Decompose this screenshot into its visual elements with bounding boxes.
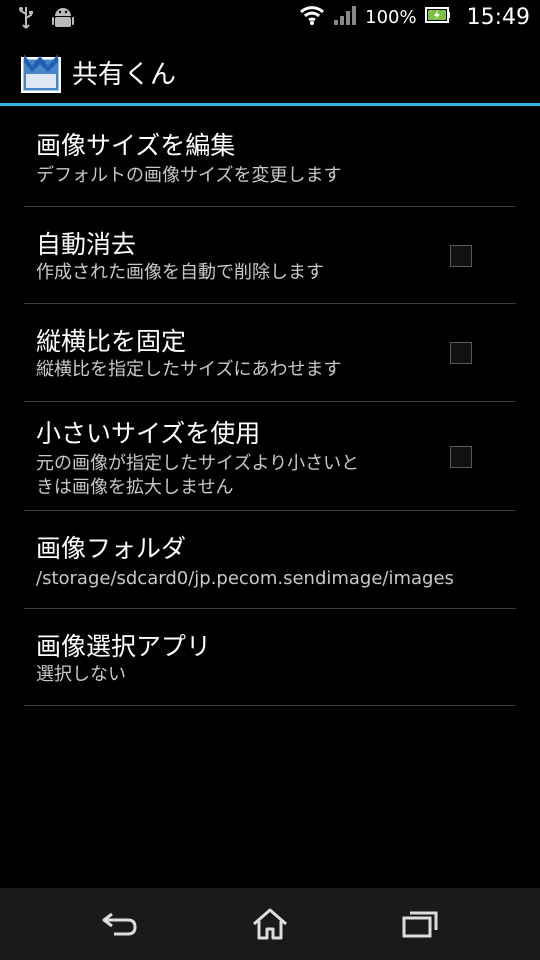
pref-title: 小さいサイズを使用: [36, 419, 261, 448]
pref-summary: 元の画像が指定したサイズより小さいと きは画像を拡大しません: [36, 453, 360, 498]
home-icon[interactable]: [250, 906, 290, 942]
pref-title: 画像選択アプリ: [36, 632, 212, 661]
pref-summary: 作成された画像を自動で削除します: [36, 262, 324, 283]
action-bar: 共有くん: [0, 38, 540, 106]
app-title: 共有くん: [72, 60, 177, 90]
pref-title: 画像サイズを編集: [36, 131, 236, 160]
clock: 15:49: [466, 4, 530, 30]
pref-summary: 縦横比を指定したサイズにあわせます: [36, 359, 342, 380]
pref-image-folder[interactable]: 画像フォルダ /storage/sdcard0/jp.pecom.sendima…: [24, 511, 516, 609]
action-bar-divider: [0, 103, 540, 106]
recent-apps-icon[interactable]: [400, 906, 440, 942]
pref-edit-image-size[interactable]: 画像サイズを編集 デフォルトの画像サイズを変更します: [24, 108, 516, 207]
back-icon[interactable]: [100, 906, 140, 942]
pref-summary: デフォルトの画像サイズを変更します: [36, 165, 342, 186]
battery-charging-icon: [424, 6, 451, 28]
pref-auto-delete[interactable]: 自動消去 作成された画像を自動で削除します: [24, 207, 516, 304]
battery-percent: 100%: [365, 6, 417, 28]
pref-fix-aspect-ratio[interactable]: 縦横比を固定 縦横比を指定したサイズにあわせます: [24, 304, 516, 402]
pref-title: 自動消去: [36, 230, 137, 259]
pref-summary: /storage/sdcard0/jp.pecom.sendimage/imag…: [36, 568, 454, 589]
status-bar: 100% 15:49: [0, 0, 540, 38]
app-icon[interactable]: [20, 52, 62, 94]
pref-image-picker-app[interactable]: 画像選択アプリ 選択しない: [24, 609, 516, 706]
pref-use-small-size[interactable]: 小さいサイズを使用 元の画像が指定したサイズより小さいと きは画像を拡大しません: [24, 402, 516, 511]
auto-delete-checkbox[interactable]: [450, 245, 472, 267]
pref-title: 縦横比を固定: [36, 327, 187, 356]
navigation-bar: [0, 888, 540, 960]
fix-aspect-ratio-checkbox[interactable]: [450, 342, 472, 364]
pref-summary: 選択しない: [36, 664, 126, 685]
use-small-size-checkbox[interactable]: [450, 446, 472, 468]
usb-icon: [18, 6, 34, 34]
pref-title: 画像フォルダ: [36, 534, 187, 563]
signal-icon: [333, 4, 357, 30]
preference-list: 画像サイズを編集 デフォルトの画像サイズを変更します 自動消去 作成された画像を…: [0, 108, 540, 706]
wifi-icon: [299, 4, 325, 30]
android-debug-icon: [52, 6, 74, 34]
